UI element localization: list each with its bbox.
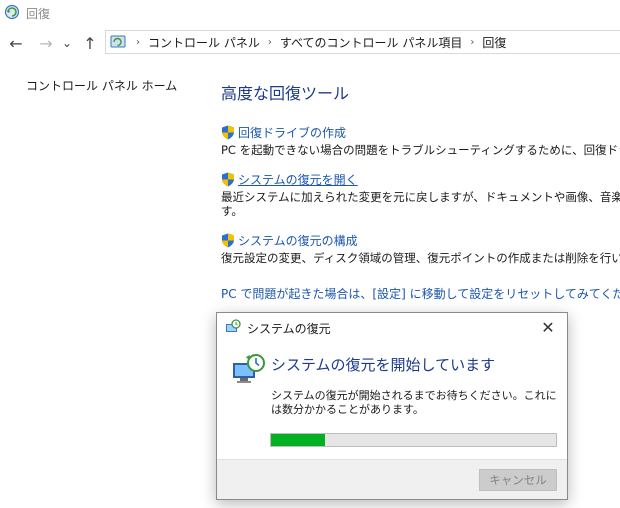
- open-system-restore-link[interactable]: システムの復元を開く: [221, 171, 620, 188]
- progress-bar: [270, 433, 557, 447]
- breadcrumb-separator: ›: [136, 36, 140, 48]
- create-recovery-drive-link[interactable]: 回復ドライブの作成: [221, 124, 620, 141]
- window-title: 回復: [26, 7, 51, 21]
- tool-description: 復元設定の変更、ディスク領域の管理、復元ポイントの作成または削除を行います。: [221, 251, 620, 265]
- up-button[interactable]: ↑: [80, 33, 100, 53]
- shield-icon: [222, 125, 234, 140]
- breadcrumb-recovery[interactable]: 回復: [480, 34, 508, 51]
- tool-configure-system-restore: システムの復元の構成 復元設定の変更、ディスク領域の管理、復元ポイントの作成また…: [221, 232, 620, 265]
- navigation-bar: ← → ⌄ ↑ › コントロール パネル › すべてのコントロール パネル項目 …: [0, 27, 620, 59]
- tool-description-continued: す。: [221, 204, 243, 218]
- shield-icon: [222, 172, 234, 187]
- address-bar[interactable]: › コントロール パネル › すべてのコントロール パネル項目 › 回復: [105, 30, 620, 54]
- dialog-message: システムの復元が開始されるまでお待ちください。これには数分かかることがあります。: [271, 389, 557, 416]
- breadcrumb-control-panel[interactable]: コントロール パネル: [146, 34, 262, 51]
- title-bar: 回復: [0, 0, 620, 26]
- breadcrumb-separator: ›: [267, 36, 272, 48]
- system-restore-icon: [226, 319, 241, 332]
- recent-locations-button[interactable]: ⌄: [60, 33, 74, 53]
- tool-label: 回復ドライブの作成: [238, 126, 347, 140]
- page-heading: 高度な回復ツール: [221, 84, 350, 103]
- sidebar-item-control-panel-home[interactable]: コントロール パネル ホーム: [26, 77, 177, 94]
- tool-label: システムの復元の構成: [238, 234, 358, 248]
- tool-description: 最近システムに加えられた変更を元に戻しますが、ドキュメントや画像、音楽などのファ…: [221, 190, 620, 204]
- breadcrumb-separator: ›: [470, 36, 475, 48]
- shield-icon: [222, 233, 234, 248]
- back-button[interactable]: ←: [6, 33, 26, 53]
- system-restore-dialog: システムの復元 ✕ システムの復元を開始しています システムの復元が開始されるま…: [216, 312, 568, 500]
- dialog-title-bar: システムの復元 ✕: [217, 313, 567, 341]
- tool-create-recovery-drive: 回復ドライブの作成 PC を起動できない場合の問題をトラブルシューティングするた…: [221, 124, 620, 157]
- dialog-footer: キャンセル: [217, 459, 567, 499]
- configure-system-restore-link[interactable]: システムの復元の構成: [221, 232, 620, 249]
- tool-label: システムの復元を開く: [238, 173, 358, 187]
- tool-open-system-restore: システムの復元を開く 最近システムに加えられた変更を元に戻しますが、ドキュメント…: [221, 171, 620, 218]
- system-restore-large-icon: [233, 354, 265, 383]
- cancel-button[interactable]: キャンセル: [479, 469, 557, 491]
- reset-pc-settings-link[interactable]: PC で問題が起きた場合は、[設定] に移動して設定をリセットしてみてください: [221, 285, 620, 302]
- tool-description: PC を起動できない場合の問題をトラブルシューティングするために、回復ドライブを…: [221, 143, 620, 157]
- close-button[interactable]: ✕: [537, 316, 559, 338]
- dialog-title: システムの復元: [247, 322, 331, 336]
- forward-button[interactable]: →: [36, 33, 56, 53]
- breadcrumb-all-items[interactable]: すべてのコントロール パネル項目: [278, 34, 465, 51]
- recovery-app-icon: [4, 4, 20, 20]
- progress-bar-fill: [271, 434, 326, 446]
- control-panel-icon: [110, 35, 126, 48]
- dialog-heading: システムの復元を開始しています: [271, 356, 496, 374]
